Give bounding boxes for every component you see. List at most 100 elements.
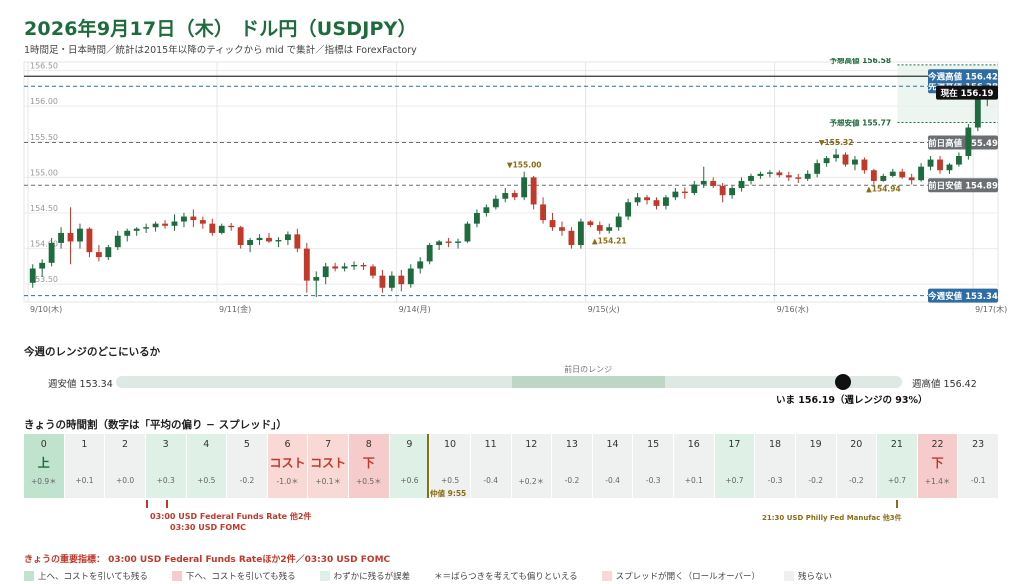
legend-item: わずかに残るが誤差 [319,570,410,582]
candle-body [738,180,745,189]
key-events: きょうの重要指標： 03:00 USD Federal Funds Rateほか… [24,555,391,565]
candle-body [672,191,679,198]
hour-value: +0.5 [197,476,216,485]
candle-body [937,159,943,171]
candle-body [795,177,802,179]
candle-body [785,175,792,178]
candle-body [842,154,849,165]
hour-cell: 22 下 +1.4＊ [917,434,958,498]
current-price-label: 現在 156.19 [941,88,994,99]
hour-value: +0.9＊ [30,477,57,486]
hour-cell: 16 +0.1 [674,434,714,498]
hour-cell: 17 +0.7 [714,434,755,498]
hour-number: 6 [284,439,291,450]
candle-body [700,180,707,185]
candle-body [899,171,906,178]
hour-cell: 5 -0.2 [227,434,267,498]
candle-body [237,227,244,246]
candle-body [634,197,641,203]
plot-area [23,61,999,303]
hour-cell: 7 コスト +0.1＊ [308,434,348,498]
candle-body [114,235,121,248]
event-tick [166,500,168,508]
candle-body [814,163,821,174]
candle-body [417,261,424,269]
hour-cell: 18 -0.3 [755,434,795,498]
hour-cell: 11 -0.4 [470,434,511,498]
candle-body [171,221,178,226]
extreme-annotation: ▼155.00 [507,161,542,170]
candle-body [559,227,565,231]
hour-number: 10 [444,439,457,450]
y-tick-label: 154.50 [30,204,58,213]
candle-body [407,268,414,285]
week-low-label: 週安値 153.34 [48,379,113,390]
y-tick-label: 155.50 [30,133,58,142]
candle-body [889,171,896,176]
hour-number: 16 [687,439,700,450]
candle-body [199,220,206,224]
hour-number: 13 [565,439,578,450]
range-section-title: 今週のレンジのどこにいるか [24,346,161,358]
legend-item: 上へ、コストを引いても残る [24,570,148,582]
candle-body [360,264,367,267]
candle-body [105,247,112,258]
forecast-low-label: 予想安値 155.77 [829,118,891,128]
legend: 上へ、コストを引いても残る 下へ、コストを引いても残る わずかに残るが誤差 ＊＝… [24,570,856,582]
hour-cell: 14 -0.4 [592,434,633,498]
candle-body [530,177,537,205]
hour-number: 11 [484,439,497,450]
hour-cell: 23 -0.1 [958,434,998,498]
hour-grid: 0 上 +0.9＊ 1 +0.1 2 +0.0 3 +0.3 4 +0.5 5 -0.2 6 コスト -1.0… [24,434,998,498]
candle-body [483,207,490,213]
hour-number: 22 [931,439,944,450]
candle-body [67,232,74,242]
candle-body [77,228,83,242]
candle-body [398,275,405,285]
candle-body [974,99,981,128]
hour-value: -0.2 [848,476,864,485]
extreme-annotation: ▼155.32 [819,138,854,147]
candle-body [190,216,197,221]
candle-body [247,240,254,246]
legend-label: ＊＝ばらつきを考えても偏りといえる [434,572,578,582]
candle-body [341,266,348,269]
hour-cell: 15 -0.3 [633,434,673,498]
week-high-label: 週高値 156.42 [912,379,977,390]
hour-number: 0 [40,439,47,450]
candle-body [653,200,660,206]
hour-cell: 19 -0.2 [795,434,836,498]
hour-value: +0.1 [75,476,94,485]
candle-body [804,173,811,179]
hour-value: +0.0 [115,476,135,485]
candle-body [549,220,556,228]
candle-body [284,234,291,241]
candle-body [644,197,650,201]
event-label-philly: 21:30 USD Philly Fed Manufac 他3件 [762,514,902,522]
hour-number: 2 [122,439,129,450]
hour-cell: 8 下 +0.5＊ [349,434,389,498]
candle-body [908,177,915,181]
candle-body [322,266,329,278]
candle-body [379,275,386,288]
legend-swatch [171,571,182,581]
candle-body [313,277,320,281]
legend-item: 残らない [784,570,832,582]
candle-body [464,223,471,242]
candle-body [625,202,632,217]
candle-body [587,221,594,226]
candle-body [606,227,613,231]
candle-body [880,175,887,181]
hour-signal: 下 [362,456,375,470]
level-label: 前日高値 155.49 [928,138,998,149]
hour-value: +0.2＊ [518,477,545,486]
candle-body [776,172,783,176]
candle-body [473,212,480,224]
candle-body [133,228,140,231]
candle-body [870,170,877,181]
candle-body [275,240,282,242]
level-label: 今週高値 156.42 [927,72,998,83]
hour-cell: 21 +0.7 [877,434,917,498]
candle-body [766,172,773,174]
nakane-label: 仲値 9:55 [430,489,467,498]
